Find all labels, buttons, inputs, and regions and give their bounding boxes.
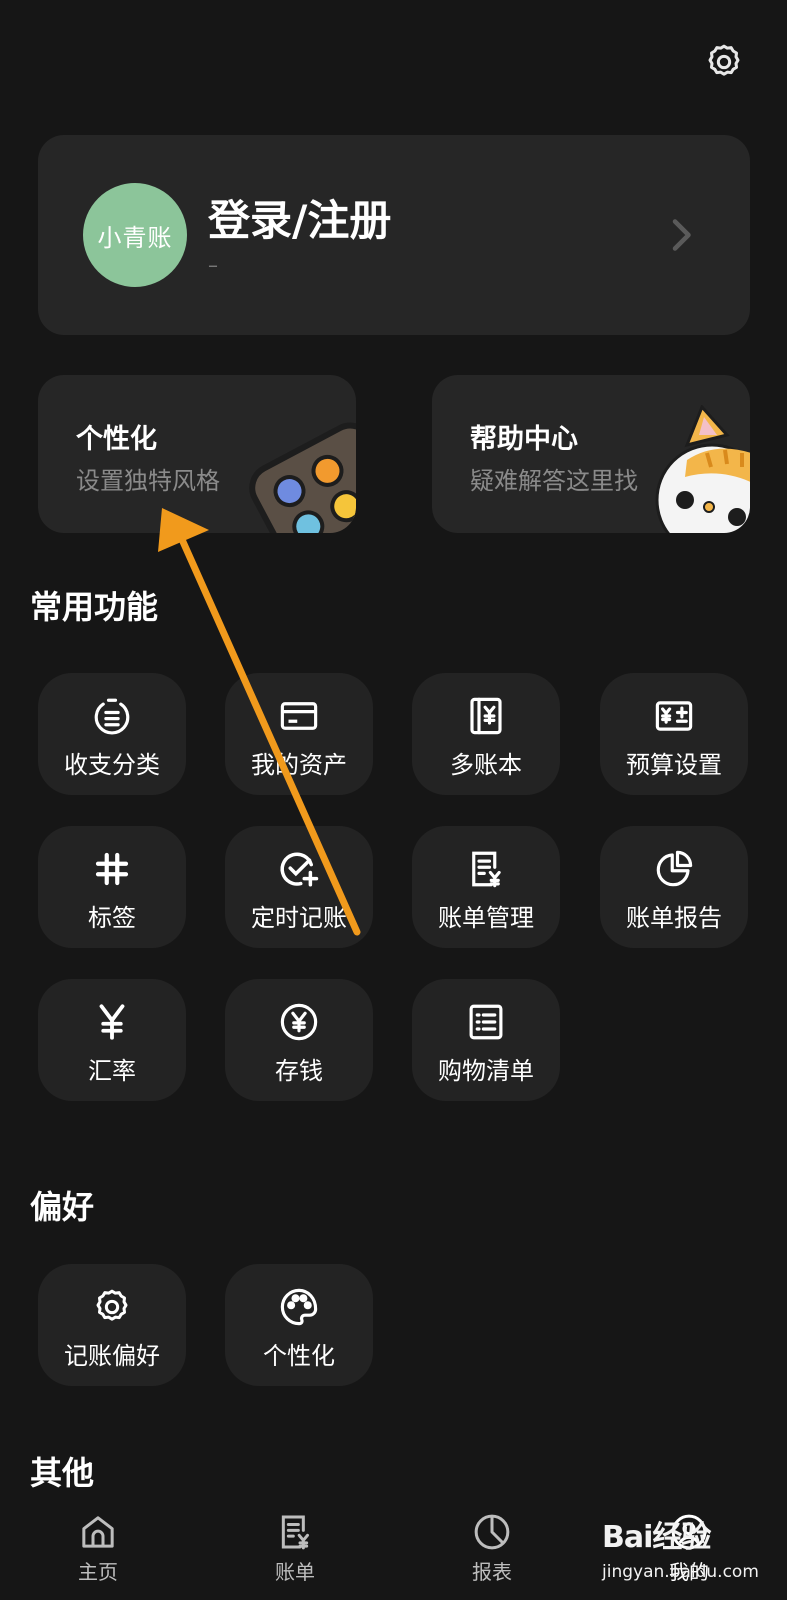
cat-mascot-illustration <box>655 405 750 533</box>
gear-icon <box>96 1289 128 1321</box>
tile-exchange-rate[interactable]: 汇率 <box>38 979 186 1101</box>
tile-label: 购物清单 <box>438 1057 534 1085</box>
tile-tags[interactable]: 标签 <box>38 826 186 948</box>
nav-bills-label: 账单 <box>275 1560 315 1584</box>
watermark-brand: Bai经验 <box>602 1520 711 1555</box>
tile-label: 记账偏好 <box>64 1342 160 1370</box>
tile-label: 预算设置 <box>626 751 722 779</box>
avatar-text: 小青账 <box>97 223 173 252</box>
yen-icon <box>99 1004 125 1040</box>
settings-button[interactable] <box>700 38 748 86</box>
login-subtitle: – <box>208 253 218 277</box>
ledger-book-icon <box>470 697 502 735</box>
bill-icon <box>281 1515 309 1550</box>
tile-label: 多账本 <box>450 751 522 779</box>
section-title-preferences: 偏好 <box>30 1188 95 1226</box>
bill-manage-icon <box>472 851 501 888</box>
chevron-right-icon <box>672 219 691 251</box>
nav-home-label: 主页 <box>78 1560 118 1584</box>
avatar: 小青账 <box>83 183 187 287</box>
tile-assets[interactable]: 我的资产 <box>225 673 373 795</box>
palette-icon <box>280 1288 318 1326</box>
tile-bill-manage[interactable]: 账单管理 <box>412 826 560 948</box>
tile-label: 汇率 <box>88 1057 136 1085</box>
home-icon <box>82 1516 114 1548</box>
help-center-title: 帮助中心 <box>470 424 578 455</box>
tile-label: 账单报告 <box>626 904 722 932</box>
tile-personalize[interactable]: 个性化 <box>225 1264 373 1386</box>
coin-yen-icon <box>280 1003 318 1041</box>
tile-label: 定时记账 <box>251 904 347 932</box>
checklist-icon <box>469 1004 503 1040</box>
category-list-icon <box>94 698 130 735</box>
palette-illustration <box>249 422 356 533</box>
pie-report-icon <box>656 850 693 887</box>
tile-bill-report[interactable]: 账单报告 <box>600 826 748 948</box>
tile-multi-ledger[interactable]: 多账本 <box>412 673 560 795</box>
personalize-title: 个性化 <box>76 424 157 455</box>
nav-reports-label: 报表 <box>472 1560 512 1584</box>
pie-chart-icon <box>474 1514 510 1550</box>
tile-scheduled[interactable]: 定时记账 <box>225 826 373 948</box>
personalize-subtitle: 设置独特风格 <box>76 467 220 495</box>
budget-calculator-icon <box>655 701 693 731</box>
nav-bills[interactable]: 账单 <box>235 1512 355 1585</box>
baidu-watermark: Bai经验 jingyan.baidu.com <box>602 1512 772 1592</box>
personalize-card[interactable]: 个性化 设置独特风格 <box>38 375 356 533</box>
tile-label: 标签 <box>88 904 136 932</box>
section-title-common: 常用功能 <box>30 588 159 626</box>
tile-label: 个性化 <box>263 1342 335 1370</box>
tile-label: 账单管理 <box>438 904 534 932</box>
help-center-card[interactable]: 帮助中心 疑难解答这里找 <box>432 375 750 533</box>
tile-label: 存钱 <box>275 1057 323 1085</box>
nav-reports[interactable]: 报表 <box>432 1512 552 1585</box>
tile-budget[interactable]: 预算设置 <box>600 673 748 795</box>
card-icon <box>280 702 318 730</box>
nav-home[interactable]: 主页 <box>38 1512 158 1585</box>
hashtag-icon <box>95 852 129 886</box>
tile-label: 我的资产 <box>251 751 347 779</box>
tile-savings[interactable]: 存钱 <box>225 979 373 1101</box>
tile-shopping-list[interactable]: 购物清单 <box>412 979 560 1101</box>
profile-card[interactable]: 小青账 登录/注册 – <box>38 135 750 335</box>
help-center-subtitle: 疑难解答这里找 <box>470 467 638 495</box>
watermark-url: jingyan.baidu.com <box>602 1562 759 1582</box>
scheduled-check-icon <box>280 852 319 887</box>
tile-accounting-preference[interactable]: 记账偏好 <box>38 1264 186 1386</box>
section-title-other: 其他 <box>30 1454 95 1492</box>
tile-category[interactable]: 收支分类 <box>38 673 186 795</box>
login-register-title: 登录/注册 <box>208 196 392 245</box>
gear-icon <box>708 44 740 76</box>
tile-label: 收支分类 <box>64 751 160 779</box>
